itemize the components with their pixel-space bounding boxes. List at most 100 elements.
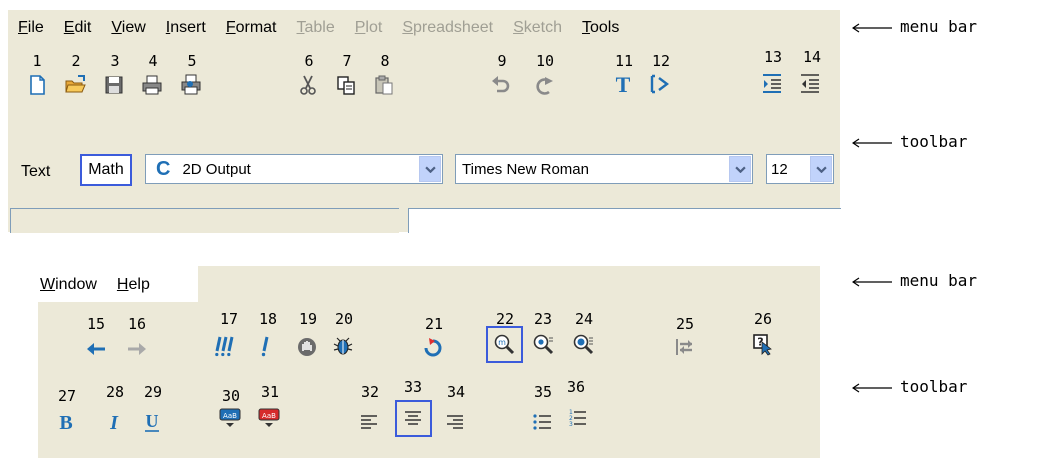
stop-hand-icon[interactable] bbox=[294, 334, 320, 360]
font-size-value: 12 bbox=[771, 160, 788, 178]
open-folder-icon[interactable] bbox=[62, 72, 88, 98]
menu-tools[interactable]: Tools bbox=[582, 19, 619, 37]
label-8: 8 bbox=[380, 52, 390, 70]
menu-table[interactable]: Table bbox=[297, 19, 335, 37]
label-16: 16 bbox=[127, 315, 147, 333]
menu-file[interactable]: File bbox=[18, 19, 44, 37]
label-21: 21 bbox=[424, 315, 444, 333]
forward-arrow-icon[interactable] bbox=[124, 336, 150, 362]
text-mode-label[interactable]: Text bbox=[21, 163, 50, 181]
back-arrow-icon[interactable] bbox=[83, 336, 109, 362]
zoom-150-icon[interactable] bbox=[530, 331, 556, 357]
print-preview-icon[interactable] bbox=[178, 72, 204, 98]
menu-view[interactable]: View bbox=[111, 19, 145, 37]
print-icon[interactable] bbox=[139, 72, 165, 98]
bottom-menu-strip bbox=[198, 266, 820, 302]
swap-arrows-icon[interactable] bbox=[672, 334, 698, 360]
label-29: 29 bbox=[143, 383, 163, 401]
label-9: 9 bbox=[497, 52, 507, 70]
execution-group-icon[interactable] bbox=[647, 71, 673, 97]
chevron-down-icon[interactable] bbox=[419, 156, 441, 182]
label-12: 12 bbox=[651, 52, 671, 70]
label-18: 18 bbox=[258, 310, 278, 328]
execute-worksheet-icon[interactable] bbox=[213, 333, 239, 359]
undo-icon[interactable] bbox=[488, 72, 514, 98]
left-arrow-icon bbox=[852, 23, 892, 32]
palette-area bbox=[10, 208, 399, 233]
top-menu-bar: File Edit View Insert Format Table Plot … bbox=[18, 13, 639, 43]
svg-text:B: B bbox=[59, 412, 72, 434]
label-36: 36 bbox=[566, 378, 586, 396]
menu-insert[interactable]: Insert bbox=[166, 19, 206, 37]
align-right-icon[interactable] bbox=[442, 409, 468, 435]
label-2: 2 bbox=[71, 52, 81, 70]
label-1: 1 bbox=[32, 52, 42, 70]
label-14: 14 bbox=[802, 48, 822, 66]
svg-text:I: I bbox=[109, 412, 119, 434]
svg-text:U: U bbox=[146, 411, 159, 431]
bullet-list-icon[interactable] bbox=[529, 409, 555, 435]
font-size-select[interactable]: 12 bbox=[766, 154, 834, 184]
copy-icon[interactable] bbox=[333, 72, 359, 98]
label-7: 7 bbox=[342, 52, 352, 70]
label-27: 27 bbox=[57, 387, 77, 405]
label-26: 26 bbox=[753, 310, 773, 328]
menu-format[interactable]: Format bbox=[226, 19, 277, 37]
label-30: 30 bbox=[221, 387, 241, 405]
label-13: 13 bbox=[763, 48, 783, 66]
font-family-select[interactable]: Times New Roman bbox=[455, 154, 753, 184]
underline-icon[interactable]: U bbox=[139, 408, 165, 434]
menu-spreadsheet[interactable]: Spreadsheet bbox=[402, 19, 493, 37]
paste-icon[interactable] bbox=[371, 72, 397, 98]
left-arrow-icon bbox=[852, 138, 892, 147]
numbered-list-icon[interactable]: 123 bbox=[564, 405, 590, 431]
menu-window[interactable]: Window bbox=[40, 276, 97, 294]
zoom-200-icon[interactable] bbox=[570, 331, 596, 357]
label-19: 19 bbox=[298, 310, 318, 328]
save-icon[interactable] bbox=[101, 72, 127, 98]
math-mode-button[interactable]: Math bbox=[80, 154, 132, 186]
menu-plot[interactable]: Plot bbox=[355, 19, 383, 37]
label-11: 11 bbox=[614, 52, 634, 70]
outdent-icon[interactable] bbox=[797, 70, 823, 96]
menu-help[interactable]: Help bbox=[117, 276, 150, 294]
restart-icon[interactable] bbox=[420, 334, 446, 360]
label-31: 31 bbox=[260, 383, 280, 401]
font-family-value: Times New Roman bbox=[462, 160, 589, 178]
label-24: 24 bbox=[574, 310, 594, 328]
label-5: 5 bbox=[187, 52, 197, 70]
top-panel bbox=[8, 10, 840, 232]
new-document-icon[interactable] bbox=[24, 72, 50, 98]
label-6: 6 bbox=[304, 52, 314, 70]
label-4: 4 bbox=[148, 52, 158, 70]
toolbar-annotation: toolbar bbox=[852, 132, 967, 151]
label-32: 32 bbox=[360, 383, 380, 401]
c-style-icon: C bbox=[156, 157, 171, 180]
text-color-icon[interactable]: AaB bbox=[256, 405, 282, 431]
svg-text:m: m bbox=[498, 338, 506, 347]
align-center-icon[interactable] bbox=[400, 405, 426, 431]
context-help-icon[interactable]: ? bbox=[750, 331, 776, 357]
output-style-value: 2D Output bbox=[182, 160, 251, 178]
align-left-icon[interactable] bbox=[356, 409, 382, 435]
redo-icon[interactable] bbox=[531, 72, 557, 98]
italic-icon[interactable]: I bbox=[101, 408, 127, 434]
output-style-select[interactable]: C 2D Output bbox=[145, 154, 443, 184]
bold-icon[interactable]: B bbox=[53, 408, 79, 434]
debug-bug-icon[interactable] bbox=[330, 333, 356, 359]
indent-icon[interactable] bbox=[759, 70, 785, 96]
highlight-color-icon[interactable]: AaB bbox=[217, 405, 243, 431]
menu-edit[interactable]: Edit bbox=[64, 19, 92, 37]
label-34: 34 bbox=[446, 383, 466, 401]
label-17: 17 bbox=[219, 310, 239, 328]
zoom-100-icon[interactable]: m bbox=[491, 331, 517, 357]
text-mode-icon[interactable]: T bbox=[610, 71, 636, 97]
menu-sketch[interactable]: Sketch bbox=[513, 19, 562, 37]
toolbar-annotation-2: toolbar bbox=[852, 377, 967, 396]
svg-text:3: 3 bbox=[569, 421, 573, 428]
execute-selection-icon[interactable] bbox=[252, 333, 278, 359]
chevron-down-icon[interactable] bbox=[810, 156, 832, 182]
label-20: 20 bbox=[334, 310, 354, 328]
cut-icon[interactable] bbox=[295, 72, 321, 98]
chevron-down-icon[interactable] bbox=[729, 156, 751, 182]
